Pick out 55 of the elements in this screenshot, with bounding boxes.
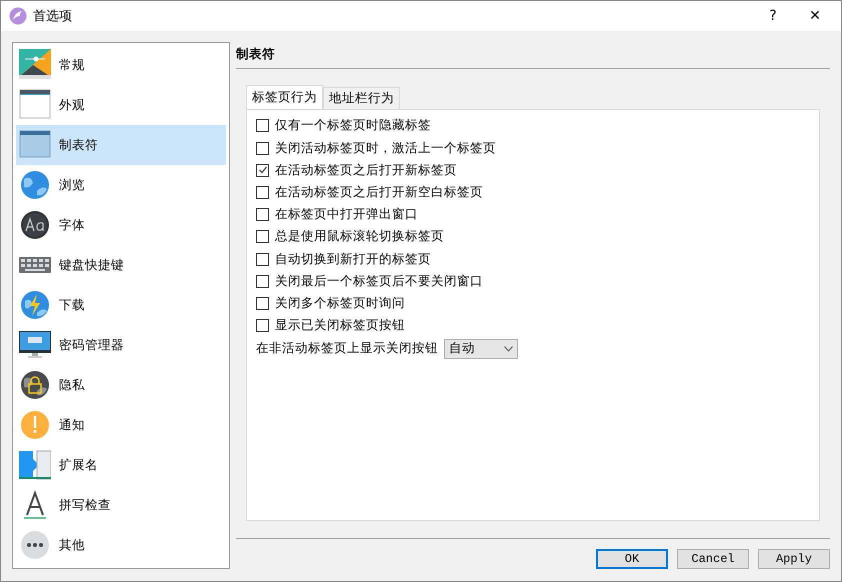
sidebar-item[interactable]: 拼写检查 xyxy=(16,485,226,525)
close-button[interactable]: ✕ xyxy=(797,2,833,30)
sidebar-item[interactable]: 键盘快捷键 xyxy=(16,245,226,285)
tab[interactable]: 地址栏行为 xyxy=(323,87,400,109)
exclamation-icon xyxy=(19,409,51,441)
option-label[interactable]: 自动切换到新打开的标签页 xyxy=(275,250,431,268)
checkbox[interactable] xyxy=(256,230,269,244)
checkbox[interactable] xyxy=(256,142,269,155)
checkbox[interactable] xyxy=(256,119,269,132)
sidebar-item[interactable]: 常规 xyxy=(16,45,226,85)
checkbox[interactable] xyxy=(256,252,269,266)
checkbox[interactable] xyxy=(256,274,269,288)
checkbox[interactable] xyxy=(256,186,269,199)
sidebar-item[interactable]: 制表符 xyxy=(16,125,226,165)
sidebar-item[interactable]: 字体 xyxy=(16,205,226,245)
sidebar-item[interactable]: 密码管理器 xyxy=(16,325,226,365)
window-icon xyxy=(19,89,51,121)
sidebar-item[interactable]: 扩展名 xyxy=(16,445,226,485)
option-label[interactable]: 关闭最后一个标签页后不要关闭窗口 xyxy=(275,272,483,290)
chevron-down-icon xyxy=(504,346,513,352)
section-title: 制表符 xyxy=(236,42,830,69)
option-label[interactable]: 在标签页中打开弹出窗口 xyxy=(275,206,418,224)
monitor-icon xyxy=(19,329,51,361)
option-label[interactable]: 在活动标签页之后打开新空白标签页 xyxy=(275,184,483,201)
setting-label: 在非活动标签页上显示关闭按钮 xyxy=(256,340,438,358)
help-button[interactable]: ? xyxy=(755,2,791,30)
globe-icon xyxy=(19,169,51,201)
sidebar-item[interactable]: 隐私 xyxy=(16,365,226,405)
sidebar-item[interactable]: 通知 xyxy=(16,405,226,445)
tab[interactable]: 标签页行为 xyxy=(246,85,323,109)
padlock-globe-icon xyxy=(19,369,51,401)
option-label[interactable]: 显示已关闭标签页按钮 xyxy=(275,317,405,334)
lightning-globe-icon xyxy=(19,289,51,321)
dialog-button[interactable]: Cancel xyxy=(677,549,749,569)
ellipsis-icon xyxy=(19,529,51,561)
bird-logo-icon xyxy=(9,7,27,25)
sidebar-item[interactable]: 下载 xyxy=(16,285,226,325)
option-label[interactable]: 总是使用鼠标滚轮切换标签页 xyxy=(275,228,444,246)
dropdown[interactable]: 自动 xyxy=(444,338,518,359)
option-label[interactable]: 仅有一个标签页时隐藏标签 xyxy=(275,117,431,134)
font-icon xyxy=(19,209,51,241)
dialog-button[interactable]: OK xyxy=(596,549,668,569)
option-label[interactable]: 关闭活动标签页时，激活上一个标签页 xyxy=(275,140,496,157)
sliders-icon xyxy=(19,49,51,81)
option-label[interactable]: 在活动标签页之后打开新标签页 xyxy=(275,162,457,179)
checkbox[interactable] xyxy=(256,208,269,222)
checkbox[interactable] xyxy=(256,319,269,332)
sidebar-item[interactable]: 浏览 xyxy=(16,165,226,205)
window-title: 首选项 xyxy=(33,8,73,25)
option-label[interactable]: 关闭多个标签页时询问 xyxy=(275,294,405,312)
sidebar-item[interactable]: 其他 xyxy=(16,525,226,565)
checkbox[interactable] xyxy=(256,164,269,177)
checkbox[interactable] xyxy=(256,296,269,310)
dialog-button[interactable]: Apply xyxy=(758,549,830,569)
sidebar-item[interactable]: 外观 xyxy=(16,85,226,125)
